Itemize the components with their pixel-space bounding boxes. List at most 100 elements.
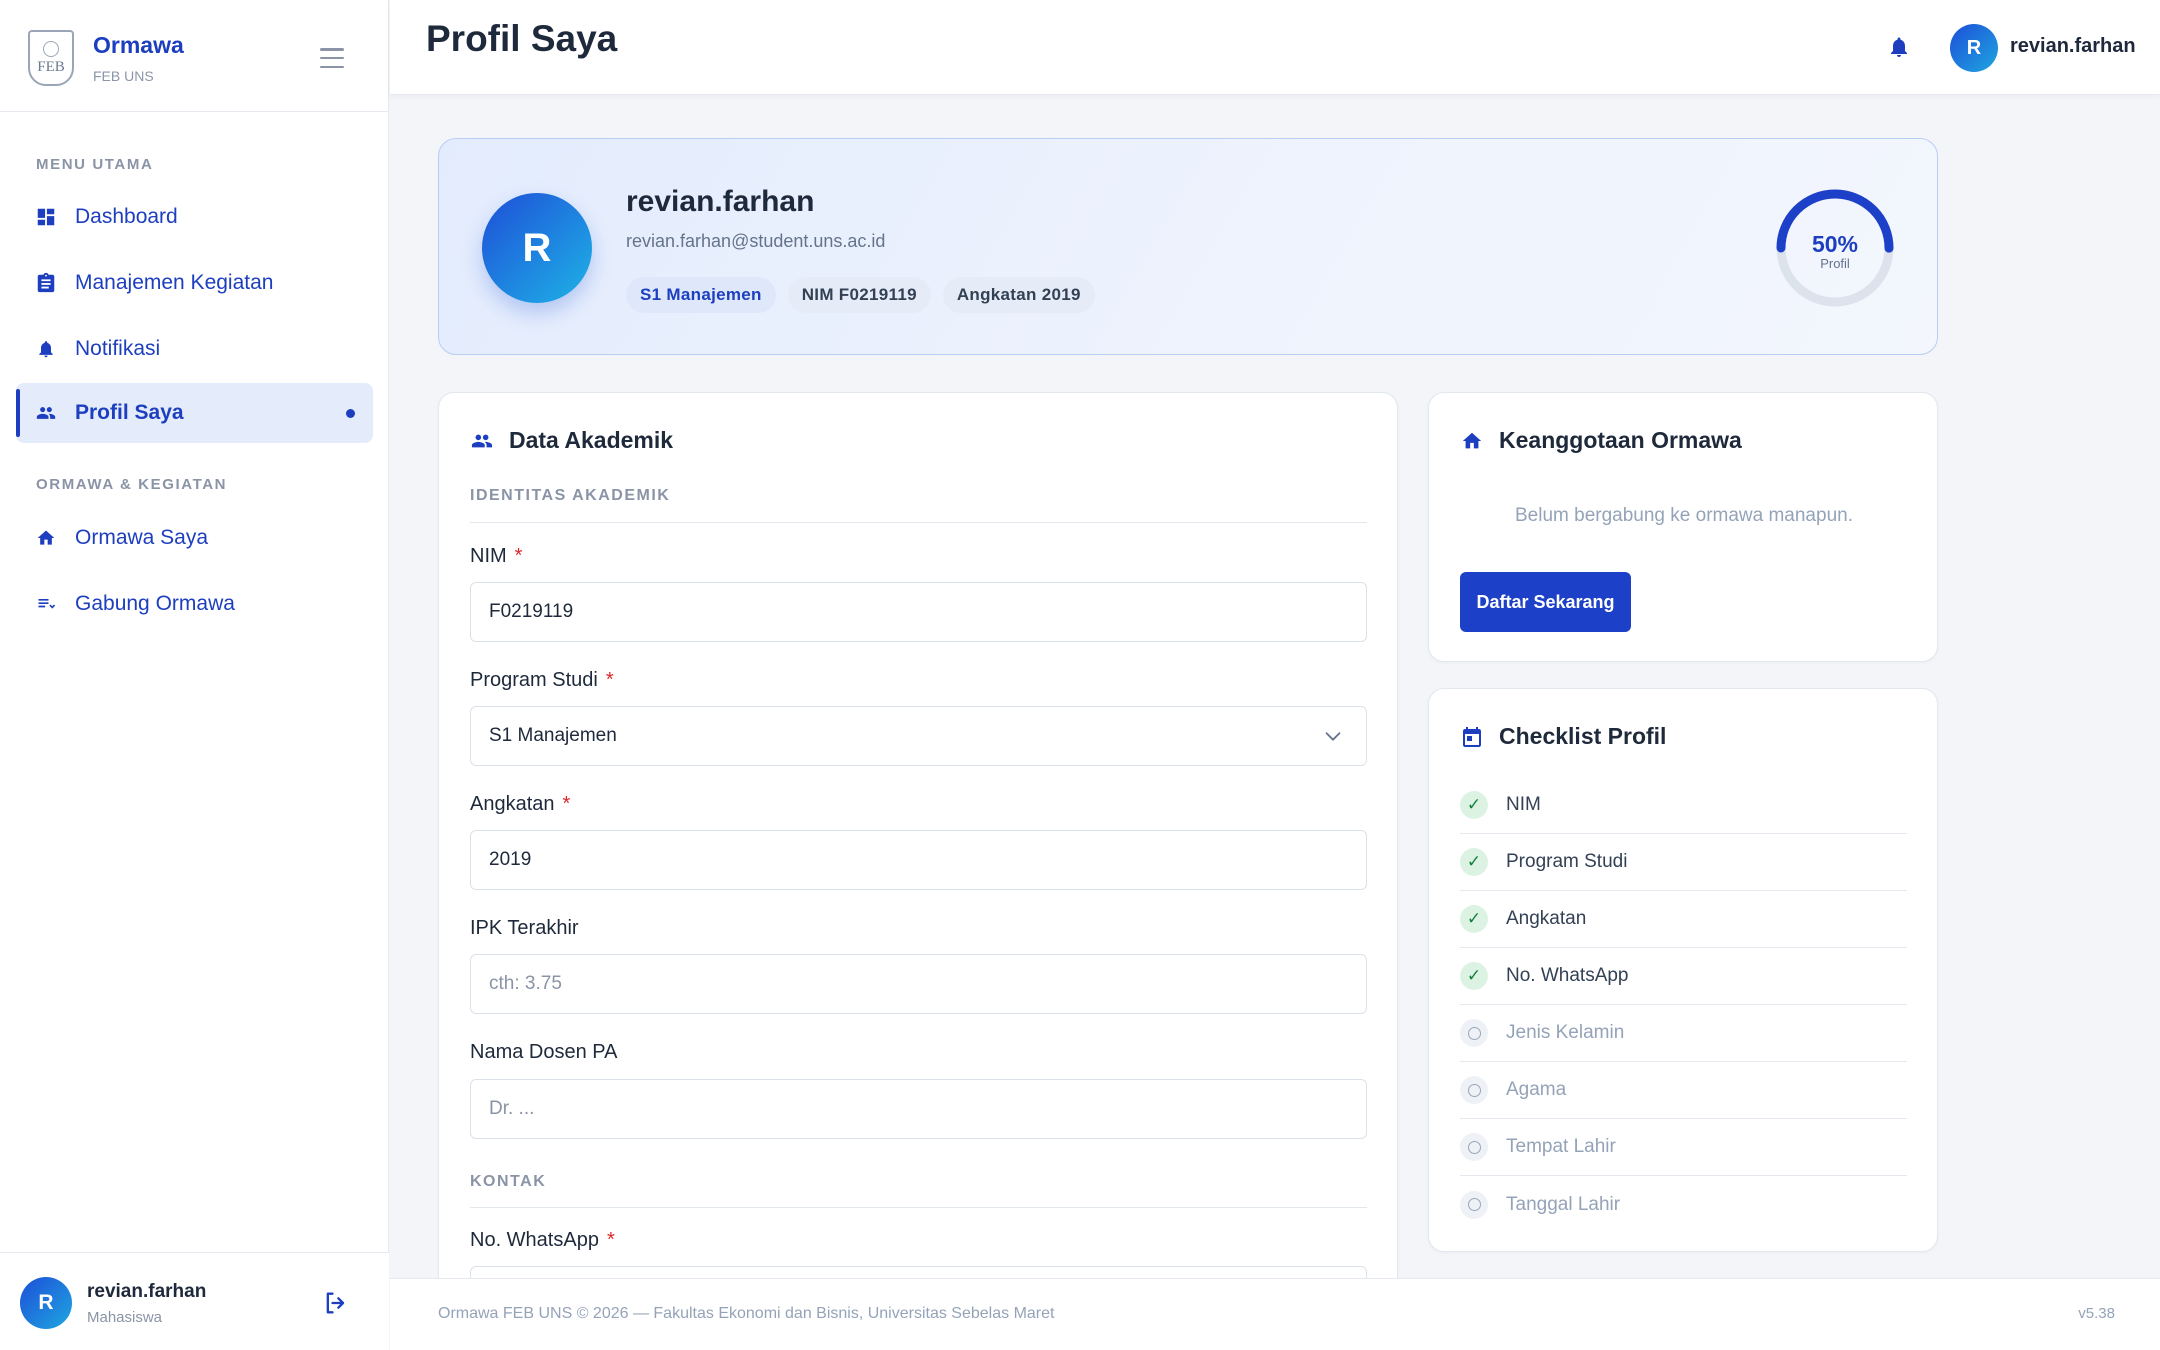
tag-angkatan: Angkatan 2019 (942, 277, 1095, 313)
section-divider (470, 1207, 1367, 1208)
checklist-title-text: Checklist Profil (1499, 723, 1667, 749)
daftar-sekarang-button[interactable]: Daftar Sekarang (1460, 572, 1631, 632)
avatar[interactable]: R (20, 1277, 72, 1329)
checklist-item-label: Tempat Lahir (1506, 1136, 1616, 1157)
nim-field[interactable]: F0219119 (470, 582, 1367, 642)
active-indicator-dot (346, 409, 355, 418)
angkatan-label: Angkatan * (470, 793, 570, 816)
section-divider (470, 522, 1367, 523)
checklist-card-title: Checklist Profil (1459, 723, 1666, 750)
sidebar-user-panel: R revian.farhan Mahasiswa (0, 1252, 389, 1350)
sidebar-item-gabung-ormawa[interactable]: Gabung Ormawa (16, 574, 373, 634)
sidebar-item-profil-saya[interactable]: Profil Saya (16, 383, 373, 443)
sidebar-user-name: revian.farhan (87, 1281, 207, 1302)
people-icon (34, 401, 58, 425)
logo-seal-icon (43, 40, 59, 57)
membership-card: Keanggotaan Ormawa Belum bergabung ke or… (1428, 392, 1938, 662)
profile-email: revian.farhan@student.uns.ac.id (626, 231, 886, 251)
bell-icon (34, 337, 58, 361)
notification-bell-icon[interactable] (1887, 34, 1913, 62)
check-icon: ✓ (1460, 905, 1488, 933)
footer-copyright: Ormawa FEB UNS © 2026 — Fakultas Ekonomi… (438, 1305, 1055, 1322)
required-mark: * (606, 1229, 615, 1251)
program-studi-label: Program Studi * (470, 669, 614, 692)
academic-card-title: Data Akademik (469, 427, 673, 454)
nav-section-main: MENU UTAMA (36, 156, 154, 173)
profile-checklist-card: Checklist Profil ✓ NIM ✓ Program Studi ✓ Angk… (1428, 688, 1938, 1252)
playlist-add-icon (34, 592, 58, 616)
check-icon: ✓ (1460, 791, 1488, 819)
home-icon (1459, 428, 1485, 454)
program-studi-label-text: Program Studi (470, 669, 598, 691)
section-contact-heading: KONTAK (470, 1173, 547, 1190)
sidebar-item-label: Notifikasi (75, 337, 161, 360)
nim-label: NIM * (470, 545, 522, 568)
sidebar-item-label: Profil Saya (75, 401, 184, 424)
sidebar-item-dashboard[interactable]: Dashboard (16, 187, 373, 247)
membership-card-title: Keanggotaan Ormawa (1459, 427, 1742, 454)
checklist-item: ✓ No. WhatsApp (1460, 948, 1907, 1005)
dashboard-icon (34, 205, 58, 229)
brand-header: FEB Ormawa FEB UNS (0, 0, 388, 112)
checklist-item: ✓ Program Studi (1460, 834, 1907, 891)
dosen-pa-field[interactable]: Dr. ... (470, 1079, 1367, 1139)
feb-logo: FEB (28, 30, 74, 86)
checklist-item: Agama (1460, 1062, 1907, 1119)
checklist-item-label: Program Studi (1506, 851, 1628, 872)
ipk-field[interactable]: cth: 3.75 (470, 954, 1367, 1014)
program-studi-value: S1 Manajemen (489, 725, 617, 746)
circle-outline-icon (1460, 1076, 1488, 1104)
sidebar: FEB Ormawa FEB UNS MENU UTAMA Dashboard … (0, 0, 389, 1350)
ipk-label: IPK Terakhir (470, 917, 579, 939)
calendar-icon (1459, 724, 1485, 750)
required-mark: * (562, 793, 571, 815)
membership-title-text: Keanggotaan Ormawa (1499, 427, 1742, 453)
dosen-pa-label: Nama Dosen PA (470, 1041, 618, 1063)
profile-summary-card: R revian.farhan revian.farhan@student.un… (438, 138, 1938, 355)
checklist-item-label: Tanggal Lahir (1506, 1193, 1621, 1215)
logout-icon[interactable] (322, 1289, 350, 1317)
topbar-user-name[interactable]: revian.farhan (2010, 35, 2136, 58)
menu-toggle-icon[interactable] (320, 48, 344, 68)
profile-completion-label: Profil (1820, 256, 1850, 271)
checklist-item-label: Angkatan (1506, 908, 1587, 929)
footer: Ormawa FEB UNS © 2026 — Fakultas Ekonomi… (390, 1278, 2160, 1350)
academic-title-text: Data Akademik (509, 427, 674, 453)
avatar[interactable]: R (1950, 24, 1998, 72)
checklist-item: Tanggal Lahir (1460, 1176, 1907, 1233)
checklist-item-label: No. WhatsApp (1506, 965, 1629, 986)
checklist-item-label: NIM (1506, 794, 1541, 815)
whatsapp-label: No. WhatsApp * (470, 1229, 615, 1252)
check-icon: ✓ (1460, 962, 1488, 990)
academic-data-card: Data Akademik IDENTITAS AKADEMIK NIM * F0… (438, 392, 1398, 1350)
sidebar-user-role: Mahasiswa (87, 1309, 163, 1326)
checklist-item-label: Jenis Kelamin (1506, 1022, 1625, 1043)
check-icon: ✓ (1460, 848, 1488, 876)
sidebar-item-manajemen-kegiatan[interactable]: Manajemen Kegiatan (16, 253, 373, 313)
sidebar-item-label: Ormawa Saya (75, 526, 209, 549)
brand-title: Ormawa (93, 32, 184, 58)
circle-outline-icon (1460, 1019, 1488, 1047)
profile-completion-value: 50% (1811, 231, 1859, 257)
sidebar-item-ormawa-saya[interactable]: Ormawa Saya (16, 508, 373, 568)
angkatan-field[interactable]: 2019 (470, 830, 1367, 890)
profile-avatar: R (482, 193, 592, 303)
clipboard-icon (34, 271, 58, 295)
section-identity-heading: IDENTITAS AKADEMIK (470, 487, 671, 504)
program-studi-select[interactable]: S1 Manajemen (470, 706, 1367, 766)
topbar: Profil Saya R revian.farhan (390, 0, 2160, 95)
circle-outline-icon (1460, 1133, 1488, 1161)
sidebar-item-label: Manajemen Kegiatan (75, 271, 274, 294)
tag-nim: NIM F0219119 (787, 277, 931, 313)
app-version: v5.38 (2078, 1305, 2115, 1322)
brand-subtitle: FEB UNS (93, 68, 154, 84)
profile-tags: S1 Manajemen NIM F0219119 Angkatan 2019 (626, 277, 1095, 313)
required-mark: * (514, 545, 523, 567)
angkatan-label-text: Angkatan (470, 793, 555, 815)
checklist-item: ✓ NIM (1460, 777, 1907, 834)
sidebar-item-label: Dashboard (75, 205, 178, 228)
checklist-item: Tempat Lahir (1460, 1119, 1907, 1176)
page-title: Profil Saya (426, 18, 618, 59)
required-mark: * (605, 669, 614, 691)
sidebar-item-notifikasi[interactable]: Notifikasi (16, 319, 373, 379)
